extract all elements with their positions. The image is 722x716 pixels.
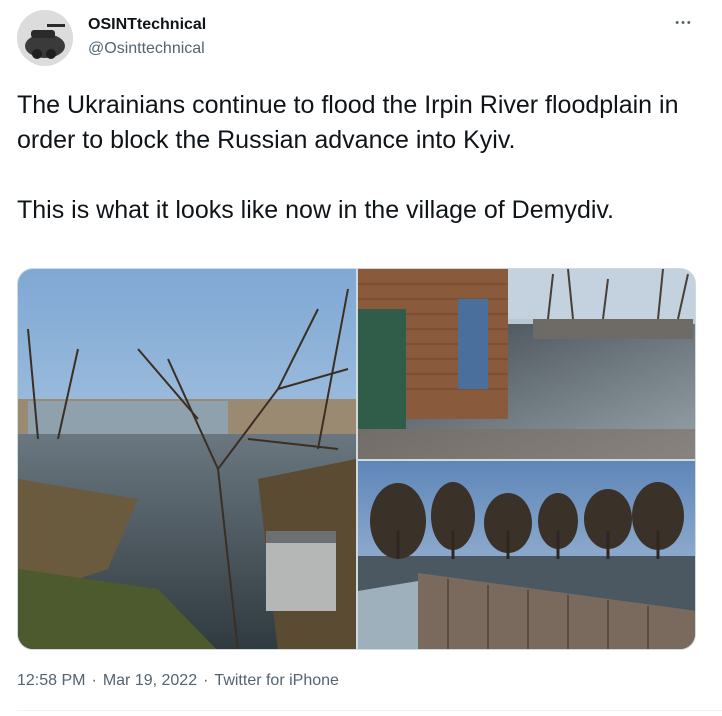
meta-separator: · <box>203 672 209 689</box>
photo-flooded-yard-trees <box>18 269 356 649</box>
photo-3[interactable] <box>358 461 695 649</box>
media-grid <box>17 268 696 650</box>
more-horizontal-icon: ••• <box>675 17 693 29</box>
tweet-time[interactable]: 12:58 PM <box>17 672 85 690</box>
avatar[interactable] <box>17 10 73 66</box>
author-handle[interactable]: @Osinttechnical <box>88 40 205 58</box>
photo-flooded-field-fence-trees <box>358 461 695 649</box>
photo-1[interactable] <box>18 269 356 649</box>
more-options-button[interactable]: ••• <box>672 14 696 32</box>
divider <box>17 710 722 711</box>
author-display-name[interactable]: OSINTtechnical <box>88 16 206 34</box>
meta-separator: · <box>91 672 97 689</box>
photo-2[interactable] <box>358 269 695 459</box>
tweet-date[interactable]: Mar 19, 2022 <box>103 672 197 690</box>
tweet-source: Twitter for iPhone <box>214 672 339 689</box>
tweet-meta: 12:58 PM · Mar 19, 2022 · Twitter for iP… <box>17 672 339 690</box>
avatar-image <box>17 10 73 66</box>
photo-flooded-courtyard-brick-wall <box>358 269 695 459</box>
tweet-text: The Ukrainians continue to flood the Irp… <box>17 91 679 224</box>
